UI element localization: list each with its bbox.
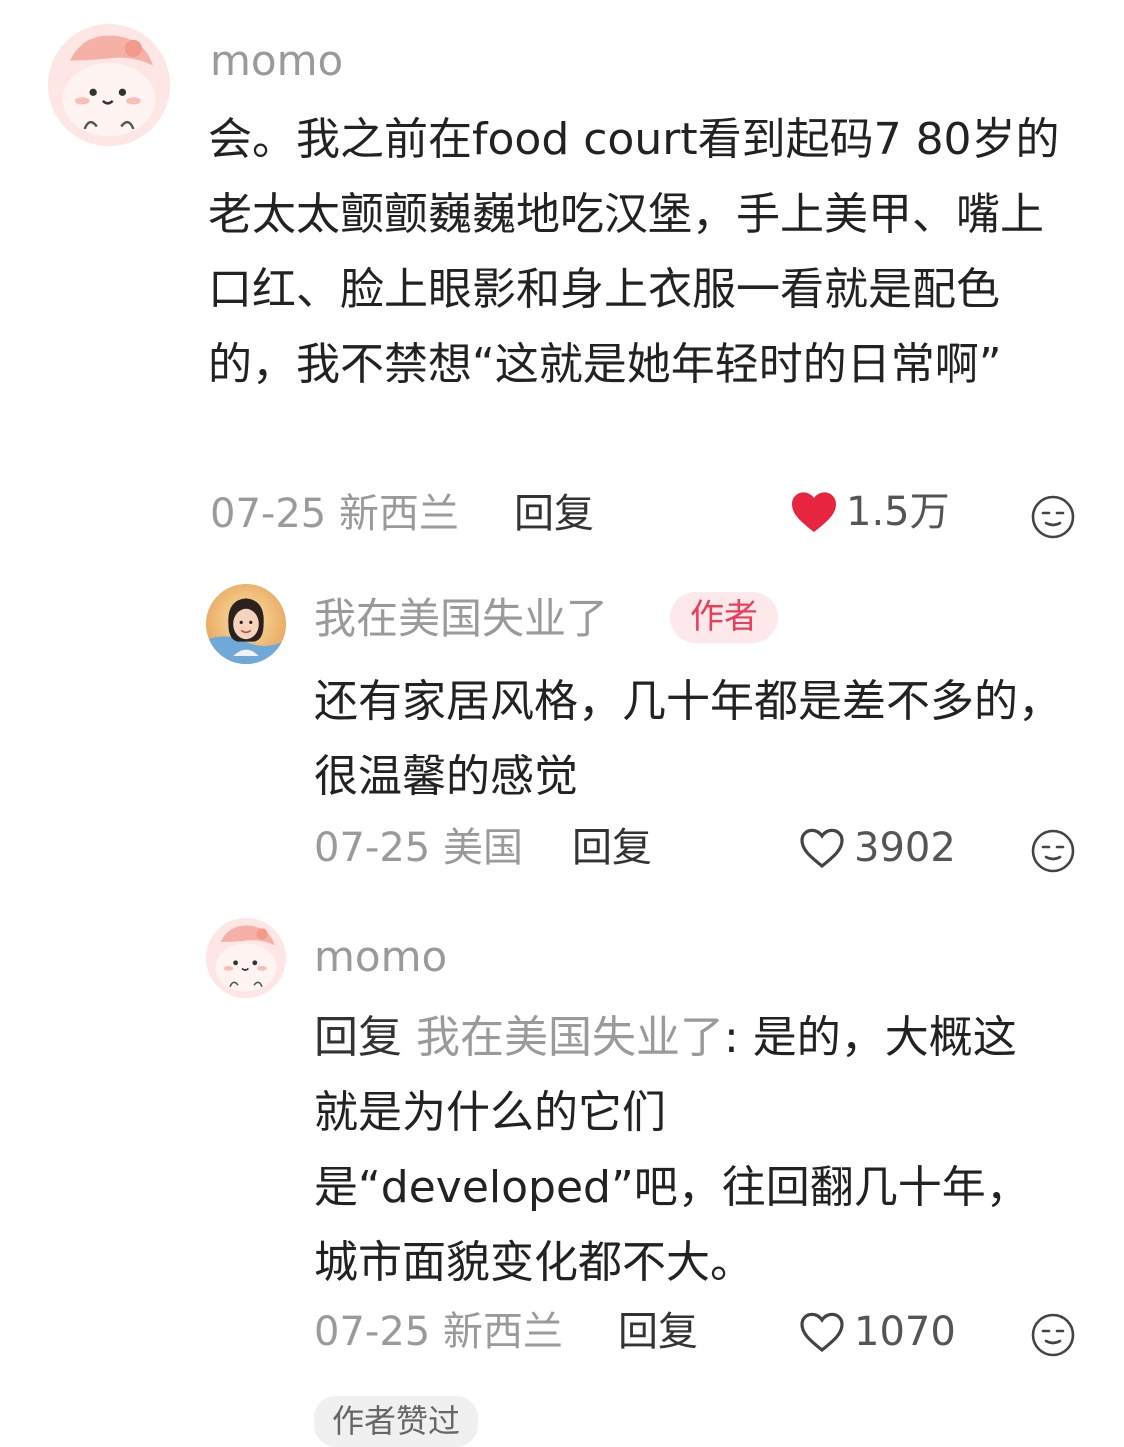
neutral-face-icon [1031, 495, 1075, 539]
user-avatar[interactable] [206, 584, 286, 664]
like-count: 3902 [854, 825, 956, 871]
reaction-button[interactable] [1030, 1312, 1076, 1358]
woman-portrait-avatar-icon [206, 584, 286, 664]
heart-outline-icon [800, 828, 844, 869]
comment-date: 07-25 [210, 491, 327, 537]
comment-meta: 07-25 美国 [314, 828, 523, 868]
like-button[interactable]: 3902 [798, 826, 956, 870]
heart-filled-icon [792, 492, 836, 532]
username[interactable]: momo [210, 40, 343, 82]
comment-text[interactable]: 还有家居风格，几十年都是差不多的，很温馨的感觉 [314, 664, 1074, 814]
comment-meta: 07-25 新西兰 [314, 1312, 563, 1352]
reply-button[interactable]: 回复 [514, 494, 594, 534]
like-count: 1070 [854, 1309, 956, 1355]
reply-target-username[interactable]: 我在美国失业了 [416, 1012, 724, 1063]
comment-date: 07-25 [314, 825, 431, 871]
comment-text[interactable]: 会。我之前在food court看到起码7 80岁的老太太颤颤巍巍地吃汉堡，手上… [208, 102, 1078, 402]
reply-prefix: 回复 [314, 1012, 402, 1063]
reply-button[interactable]: 回复 [572, 828, 652, 868]
neutral-face-icon [1031, 1313, 1075, 1357]
user-avatar[interactable] [206, 918, 286, 998]
username[interactable]: momo [314, 936, 447, 978]
user-avatar[interactable] [48, 24, 170, 146]
like-button[interactable]: 1070 [798, 1310, 956, 1354]
cute-dumpling-avatar-icon [206, 918, 286, 998]
comment-meta: 07-25 新西兰 [210, 494, 459, 534]
reaction-button[interactable] [1030, 828, 1076, 874]
heart-outline-icon [800, 1312, 844, 1353]
neutral-face-icon [1031, 829, 1075, 873]
comment-date: 07-25 [314, 1309, 431, 1355]
comment-location: 新西兰 [442, 1309, 563, 1355]
comment-text[interactable]: 回复 我在美国失业了: 是的，大概这就是为什么的它们是“developed”吧，… [314, 1000, 1054, 1300]
username[interactable]: 我在美国失业了 [314, 598, 608, 640]
like-count: 1.5万 [846, 489, 950, 535]
author-badge: 作者 [670, 592, 778, 644]
comment-location: 美国 [442, 825, 523, 871]
cute-dumpling-avatar-icon [48, 24, 170, 146]
author-liked-tag: 作者赞过 [314, 1396, 479, 1447]
reaction-button[interactable] [1030, 494, 1076, 540]
like-button[interactable]: 1.5万 [790, 490, 950, 534]
reply-button[interactable]: 回复 [618, 1312, 698, 1352]
comment-location: 新西兰 [338, 491, 459, 537]
